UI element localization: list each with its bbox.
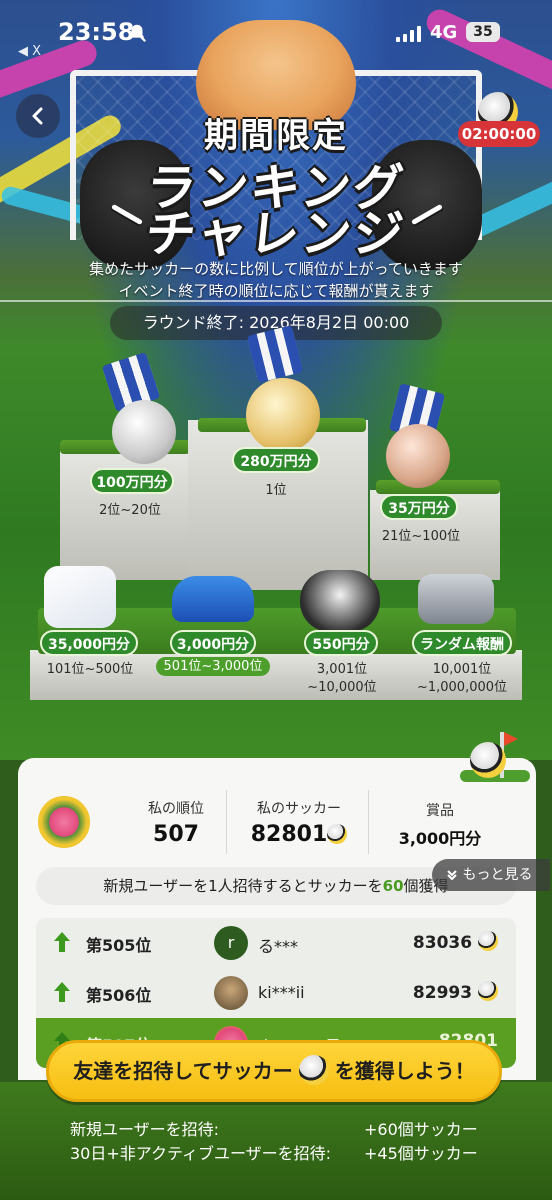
event-description-line2: イベント終了時の順位に応じて報酬が貰えます (118, 282, 434, 300)
rank-up-arrow-icon (54, 982, 70, 1002)
mute-bell-icon (127, 23, 147, 43)
leaderboard-row[interactable]: 第505位 r る*** 83036 (36, 918, 516, 968)
prize-tier4: 35,000円分 (40, 630, 138, 656)
leaderboard-row[interactable]: 第506位 ki***ii 82993 (36, 968, 516, 1018)
prize-tier6: 550円分 (304, 630, 378, 656)
row-avatar (214, 976, 248, 1010)
row-position: 第506位 (86, 986, 152, 1005)
rank-range-tier6-line1: 3,001位 (316, 662, 368, 677)
row-score: 82993 (413, 981, 498, 1003)
rank-range-tier7-line2: ~1,000,000位 (416, 680, 508, 695)
stat-divider (226, 790, 227, 854)
back-to-app-label[interactable]: ◀ X (18, 44, 41, 59)
cta-text-after: を獲得しよう！ (334, 1059, 475, 1083)
reward-inactive-user-label: 30日+非アクティブユーザーを招待: (70, 1144, 332, 1163)
jersey-icon (44, 566, 116, 628)
prize-third: 35万円分 (380, 494, 458, 520)
title-challenge: チャレンジ (142, 205, 409, 263)
soccer-ball-icon (478, 931, 498, 951)
invite-note-prefix: 新規ユーザーを1人招待するとサッカーを (103, 877, 383, 895)
event-description-line1: 集めたサッカーの数に比例して順位が上がっていきます (89, 260, 463, 278)
row-position: 第505位 (86, 936, 152, 955)
network-type: 4G (430, 22, 458, 43)
rank-up-arrow-icon (54, 932, 70, 952)
rank-range-tier5: 501位~3,000位 (154, 657, 272, 676)
rank-range-tier5-highlight: 501位~3,000位 (155, 657, 271, 676)
rank-range-first: 1位 (265, 483, 287, 498)
prize-tier5: 3,000円分 (170, 630, 256, 656)
battery-indicator: 35 (466, 22, 500, 42)
prize-label: 賞品 (426, 803, 454, 819)
rank-range-tier6: 3,001位 ~10,000位 (292, 661, 392, 697)
rank-range-tier6-line2: ~10,000位 (307, 680, 377, 695)
keeper-gloves-icon (300, 570, 380, 632)
chevron-down-icon (447, 870, 457, 881)
soccer-ball-icon (298, 1055, 329, 1085)
football-boots-icon (172, 576, 254, 622)
podium-grass (376, 480, 500, 494)
row-avatar: r (214, 926, 248, 960)
reward-new-user-label: 新規ユーザーを招待: (70, 1120, 220, 1139)
bronze-medal-icon (386, 424, 450, 488)
signal-icon (396, 26, 421, 42)
prize-tier7: ランダム報酬 (412, 630, 512, 656)
rank-range-second: 2位~20位 (99, 503, 161, 518)
soccer-ball-icon (478, 981, 498, 1001)
row-score: 83036 (413, 931, 498, 953)
more-button[interactable]: もっと見る (432, 859, 550, 891)
rank-range-tier7: 10,001位 ~1,000,000位 (404, 661, 520, 697)
row-score-value: 83036 (412, 933, 473, 953)
my-avatar[interactable] (38, 796, 90, 848)
my-prize-value: 3,000円分 (398, 829, 482, 848)
invite-friends-button[interactable]: 友達を招待してサッカー を獲得しよう！ (46, 1040, 502, 1102)
gold-medal-icon (246, 378, 320, 452)
more-button-label: もっと見る (462, 867, 533, 883)
invite-note-number: 60 (382, 877, 404, 895)
reward-inactive-user-value: +45個サッカー (364, 1144, 478, 1163)
silver-medal-icon (112, 400, 176, 464)
reward-new-user-value: +60個サッカー (364, 1120, 478, 1139)
stat-divider (368, 790, 369, 854)
my-rank-label: 私の順位 (148, 801, 204, 817)
my-soccer-value: 82801 (250, 822, 328, 847)
whistle-icon (418, 574, 494, 624)
prize-second: 100万円分 (90, 468, 174, 494)
soccer-ball-icon (470, 742, 506, 778)
soccer-ball-icon (327, 824, 348, 844)
my-rank-value: 507 (153, 822, 199, 847)
prize-first: 280万円分 (232, 447, 320, 473)
rank-range-tier7-line1: 10,001位 (432, 662, 492, 677)
rank-range-third: 21位~100位 (381, 529, 461, 544)
cta-text-before: 友達を招待してサッカー (73, 1059, 293, 1083)
row-username: ki***ii (258, 983, 305, 1002)
status-time: 23:58 (58, 18, 135, 46)
rank-range-tier4: 101位~500位 (46, 662, 134, 677)
my-soccer-count: 82801 (240, 822, 358, 847)
my-soccer-label: 私のサッカー (257, 801, 341, 817)
row-score-value: 82993 (412, 983, 473, 1003)
row-username: る*** (258, 937, 299, 956)
